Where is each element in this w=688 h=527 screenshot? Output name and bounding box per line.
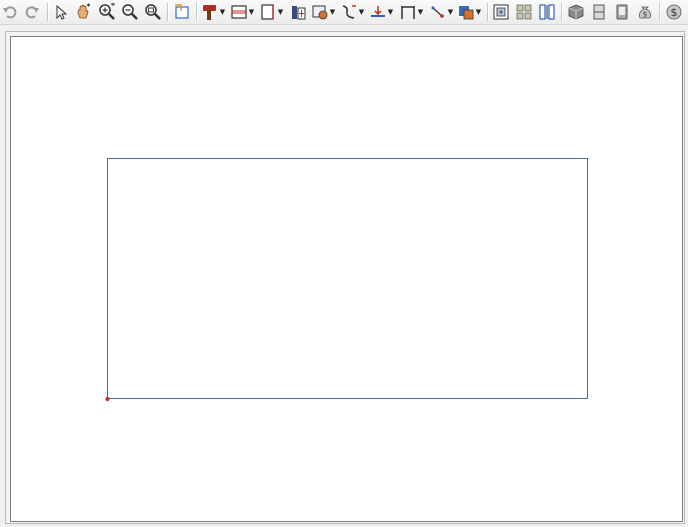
- arrow-pointer-icon: [56, 4, 68, 20]
- materials-list-button[interactable]: $: [664, 2, 684, 22]
- layout-icon: [616, 4, 628, 20]
- stairs-tools-button[interactable]: ▼: [339, 2, 365, 22]
- zoom-fill-icon: [145, 4, 161, 20]
- zoom-in-button[interactable]: [97, 2, 117, 22]
- select-button[interactable]: [52, 2, 70, 22]
- redo-button[interactable]: [23, 2, 41, 22]
- elevation-view-button[interactable]: [537, 2, 557, 22]
- layout-button[interactable]: [612, 2, 632, 22]
- terrain-icon: [370, 6, 385, 17]
- svg-text:$: $: [643, 11, 647, 19]
- toolbar: ▼ ▼ ▼ ▼ ▼ ▼ ▼ ▼ ▼ $ $: [0, 0, 688, 25]
- section-icon: [593, 4, 605, 20]
- undo-button[interactable]: [1, 2, 19, 22]
- build-tools-button[interactable]: ▼: [200, 2, 226, 22]
- dimension-tools-button[interactable]: ▼: [398, 2, 424, 22]
- materials-list-button[interactable]: $: [635, 2, 655, 22]
- corner-point[interactable]: [105, 396, 110, 402]
- pan-button[interactable]: [73, 2, 93, 22]
- library-tools-button[interactable]: ▼: [456, 2, 482, 22]
- zoom-out-icon: [122, 4, 138, 20]
- svg-text:$: $: [671, 6, 678, 19]
- grid-icon: [516, 4, 532, 20]
- plan-grid-button[interactable]: [514, 2, 534, 22]
- cube-icon: [568, 4, 584, 20]
- edit-area-button[interactable]: [172, 2, 192, 22]
- money-bag-icon: $: [666, 4, 682, 20]
- camera-view-button[interactable]: [491, 2, 511, 22]
- window-tools-button[interactable]: ▼: [310, 2, 336, 22]
- elevation-icon: [539, 4, 555, 20]
- hammer-icon: [202, 5, 216, 20]
- undo-icon: [3, 6, 17, 19]
- zoom-fill-button[interactable]: [143, 2, 163, 22]
- window-icon: [312, 5, 328, 20]
- terrain-tools-button[interactable]: ▼: [368, 2, 394, 22]
- cad-line-icon: [431, 6, 444, 18]
- camera-view-icon: [493, 4, 509, 20]
- door-tools-button[interactable]: ▼: [258, 2, 284, 22]
- pan-hand-icon: [77, 3, 90, 19]
- money-bag-icon: $: [639, 6, 651, 19]
- library-icon: [458, 6, 474, 20]
- 3d-view-button[interactable]: [566, 2, 586, 22]
- zoom-in-icon: [99, 3, 115, 20]
- wall-icon: [231, 5, 247, 19]
- drawing-area[interactable]: [11, 37, 682, 521]
- plan-view-canvas[interactable]: [10, 36, 683, 522]
- stairs-icon: [342, 5, 356, 19]
- cabinet-icon: [292, 6, 306, 20]
- cross-section-button[interactable]: [589, 2, 609, 22]
- edit-area-icon: [175, 4, 189, 19]
- door-icon: [261, 4, 274, 20]
- cad-line-tools-button[interactable]: ▼: [428, 2, 454, 22]
- drawn-rectangle[interactable]: [107, 158, 588, 399]
- redo-icon: [25, 6, 39, 19]
- wall-tools-button[interactable]: ▼: [229, 2, 255, 22]
- dimension-icon: [400, 6, 415, 19]
- cabinet-tools-button[interactable]: [288, 2, 308, 22]
- zoom-out-button[interactable]: [120, 2, 140, 22]
